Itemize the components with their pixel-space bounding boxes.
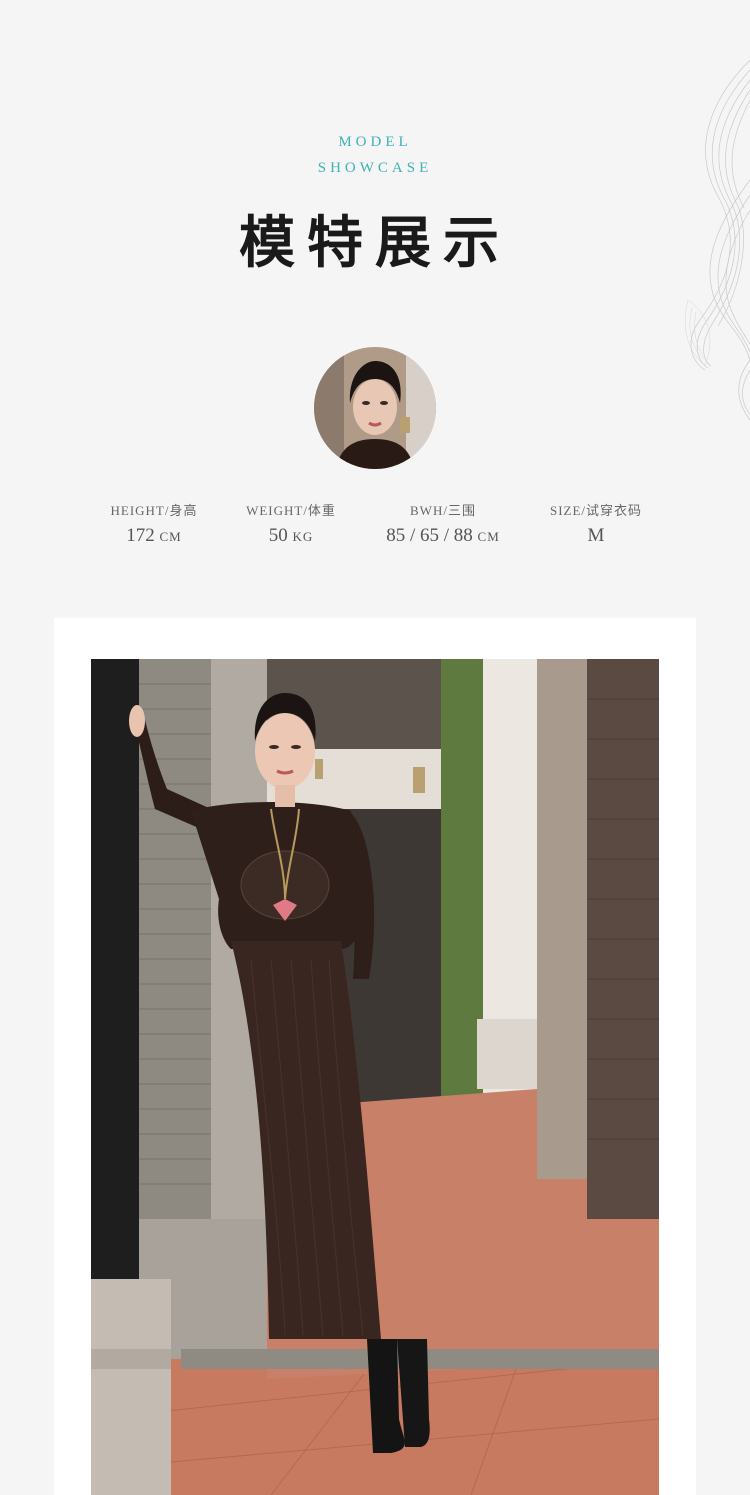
stat-unit: KG xyxy=(292,529,314,544)
model-stats: HEIGHT/身高 172 CM WEIGHT/体重 50 KG BWH/三围 … xyxy=(95,500,655,560)
model-showcase-page: MODEL SHOWCASE 模特展示 HEIGHT/身高 172 CM WEI… xyxy=(0,0,750,1495)
stat-weight: WEIGHT/体重 50 KG xyxy=(221,500,361,547)
model-avatar xyxy=(314,347,436,469)
stat-size: SIZE/试穿衣码 M xyxy=(526,500,666,547)
stat-value: 50 KG xyxy=(221,525,361,547)
stat-label: SIZE/试穿衣码 xyxy=(549,503,643,518)
stat-value: 172 CM xyxy=(84,525,224,547)
stat-number: 85 / 65 / 88 xyxy=(386,525,473,546)
photo-card xyxy=(54,618,696,1495)
stat-unit: CM xyxy=(477,529,500,544)
model-full-body-image xyxy=(91,659,659,1495)
stat-unit: CM xyxy=(159,529,182,544)
eyebrow-model: MODEL xyxy=(338,134,412,150)
stat-label: WEIGHT/体重 xyxy=(246,503,336,518)
stat-height: HEIGHT/身高 172 CM xyxy=(84,500,224,547)
stat-number: 172 xyxy=(126,525,155,546)
stat-label: BWH/三围 xyxy=(410,503,476,518)
stat-value: M xyxy=(526,525,666,547)
stat-value: 85 / 65 / 88 CM xyxy=(373,525,513,547)
model-photo xyxy=(91,659,659,1495)
model-portrait-image xyxy=(314,347,436,469)
stat-label: HEIGHT/身高 xyxy=(110,503,198,518)
page-title: 模特展示 xyxy=(239,210,511,276)
stat-number: 50 xyxy=(268,525,288,546)
eyebrow-showcase: SHOWCASE xyxy=(317,160,433,176)
stat-bwh: BWH/三围 85 / 65 / 88 CM xyxy=(373,500,513,547)
stat-number: M xyxy=(587,525,605,546)
